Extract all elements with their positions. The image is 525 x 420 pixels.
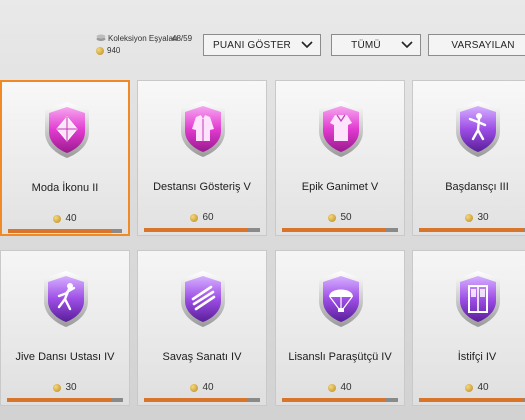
progress-bar (282, 398, 398, 402)
progress-fill (8, 229, 111, 233)
coin-total-value: 940 (107, 46, 121, 55)
card-points: 30 (1, 382, 129, 393)
category-dropdown-label: TÜMÜ (351, 39, 381, 51)
sort-dropdown[interactable]: VARSAYILAN (428, 34, 525, 56)
progress-bar (419, 228, 525, 232)
collection-card[interactable]: Epik Ganimet V 50 (275, 80, 405, 236)
progress-bar (144, 398, 260, 402)
points-dropdown[interactable]: PUANI GÖSTER (203, 34, 321, 56)
progress-fill (419, 228, 524, 232)
progress-fill (419, 398, 524, 402)
progress-fill (144, 398, 249, 402)
coin-icon (190, 383, 199, 392)
coin-icon (328, 213, 337, 222)
collection-card[interactable]: İstifçi IV 40 (412, 250, 525, 406)
coin-icon (465, 383, 474, 392)
progress-bar (419, 398, 525, 402)
card-points-value: 60 (202, 212, 214, 223)
card-points: 40 (413, 382, 525, 393)
outfit-icon-badge (319, 101, 363, 157)
collection-card[interactable]: Lisanslı Paraşütçü IV 40 (275, 250, 405, 406)
claw-icon-badge (181, 271, 225, 327)
coin-icon (53, 214, 62, 223)
progress-fill (282, 398, 387, 402)
collection-card[interactable]: Savaş Sanatı IV 40 (137, 250, 267, 406)
card-points: 60 (138, 212, 266, 223)
chevron-down-icon (301, 41, 313, 49)
card-points: 40 (138, 382, 266, 393)
card-title: Lisanslı Paraşütçü IV (288, 351, 392, 363)
chevron-down-icon (401, 41, 413, 49)
card-points: 40 (2, 213, 128, 224)
category-dropdown[interactable]: TÜMÜ (331, 34, 421, 56)
card-title: Jive Dansı Ustası IV (15, 351, 115, 363)
locker-icon-badge (456, 271, 500, 327)
collection-card[interactable]: Jive Dansı Ustası IV 30 (0, 250, 130, 406)
card-points-value: 40 (65, 213, 77, 224)
card-title: İstifçi IV (457, 351, 497, 363)
card-title: Moda İkonu II (31, 182, 99, 194)
card-points: 40 (276, 382, 404, 393)
progress-bar (7, 398, 123, 402)
card-points-value: 30 (65, 382, 77, 393)
card-points-value: 40 (202, 382, 214, 393)
card-title: Destansı Gösteriş V (153, 181, 251, 193)
card-title: Epik Ganimet V (301, 181, 379, 193)
collection-card[interactable]: Başdansçı III 30 (412, 80, 525, 236)
parachute-icon-badge (319, 271, 363, 327)
card-points-value: 40 (340, 382, 352, 393)
header: Koleksiyon Eşyaları 48/59 940 PUANI GÖST… (0, 0, 525, 70)
card-title: Savaş Sanatı IV (162, 351, 242, 363)
card-points-value: 50 (340, 212, 352, 223)
points-dropdown-label: PUANI GÖSTER (213, 39, 291, 51)
collection-icon (96, 34, 106, 41)
progress-fill (282, 228, 387, 232)
sort-dropdown-label: VARSAYILAN (451, 39, 515, 51)
collection-card[interactable]: Destansı Gösteriş V 60 (137, 80, 267, 236)
card-points-value: 30 (477, 212, 489, 223)
progress-bar (144, 228, 260, 232)
coin-total: 940 (96, 46, 120, 55)
progress-bar (8, 229, 122, 233)
progress-fill (144, 228, 249, 232)
card-title: Başdansçı III (445, 181, 509, 193)
fashion-icon-badge (45, 102, 89, 158)
card-points: 30 (413, 212, 525, 223)
collection-label: Koleksiyon Eşyaları (108, 34, 178, 43)
coin-icon (190, 213, 199, 222)
card-points: 50 (276, 212, 404, 223)
coin-icon (465, 213, 474, 222)
jive-dancer-icon-badge (44, 271, 88, 327)
dancer-icon-badge (456, 101, 500, 157)
coin-icon (53, 383, 62, 392)
collection-count: 48/59 (172, 34, 193, 43)
progress-bar (282, 228, 398, 232)
jacket-icon-badge (181, 101, 225, 157)
progress-fill (7, 398, 112, 402)
card-points-value: 40 (477, 382, 489, 393)
coin-icon (96, 46, 104, 55)
collection-card[interactable]: Moda İkonu II 40 (0, 80, 130, 236)
coin-icon (328, 383, 337, 392)
